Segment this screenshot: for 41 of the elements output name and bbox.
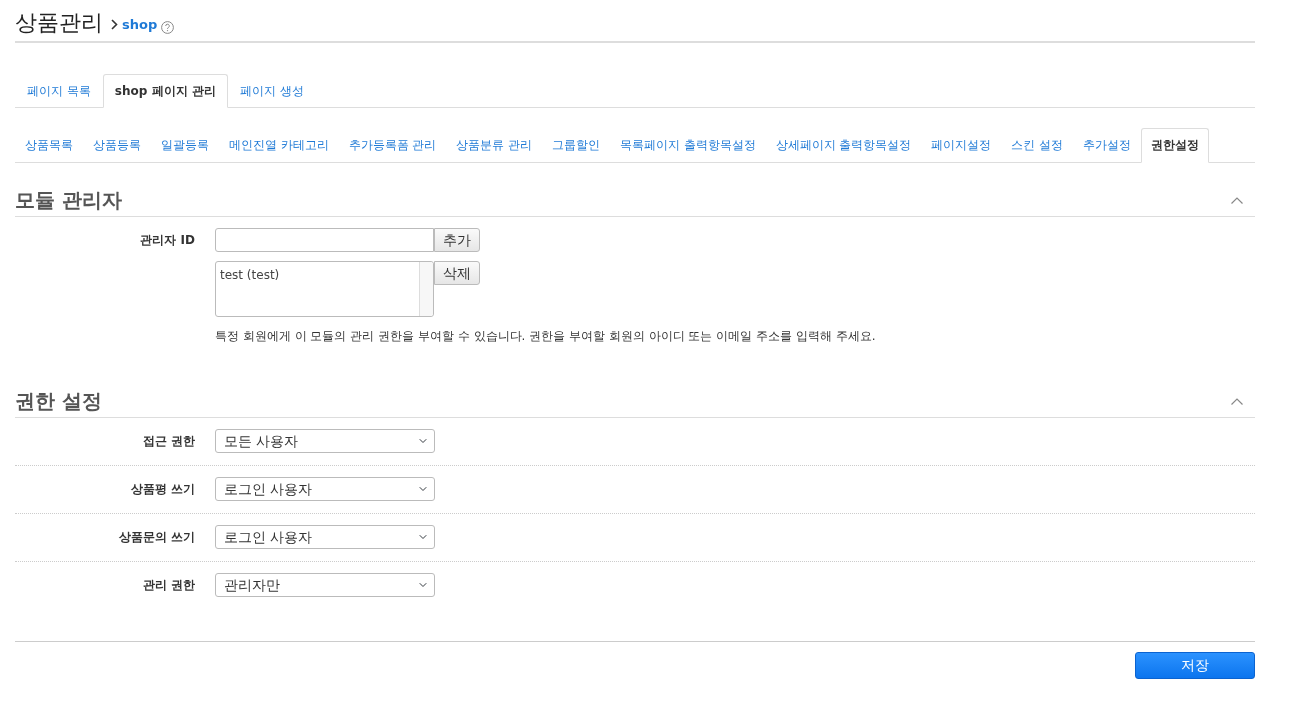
delete-button[interactable]: 삭제 [434, 261, 480, 285]
tab[interactable]: 목록페이지 출력항목설정 [609, 128, 766, 163]
chevron-up-icon[interactable] [1231, 397, 1243, 405]
tab[interactable]: 페이지설정 [921, 128, 1002, 163]
field-label: 상품평 쓰기 [129, 481, 195, 498]
tab[interactable]: 일괄등록 [151, 128, 219, 163]
tab[interactable]: 상품등록 [83, 128, 151, 163]
field-label: 관리 권한 [141, 577, 195, 594]
tab[interactable]: 상품목록 [15, 128, 83, 163]
scrollbar-track[interactable] [419, 262, 433, 316]
permission-dropdown[interactable]: 관리자만 [215, 573, 435, 597]
chevron-up-icon[interactable] [1231, 196, 1243, 204]
tab[interactable]: 추가등록폼 관리 [338, 128, 447, 163]
permission-dropdown[interactable]: 모든 사용자 [215, 429, 435, 453]
tab[interactable]: 페이지 생성 [227, 74, 316, 108]
tab[interactable]: 상품분류 관리 [446, 128, 542, 163]
tab[interactable]: 그룹할인 [541, 128, 610, 163]
breadcrumb-link[interactable]: shop [122, 14, 158, 34]
field-label: 접근 권한 [141, 433, 195, 450]
tab[interactable]: 페이지 목록 [15, 74, 103, 108]
chevron-right-icon [111, 19, 118, 30]
help-icon[interactable] [161, 21, 175, 34]
tab[interactable]: 권한설정 [1140, 128, 1209, 163]
tab[interactable]: 메인진열 카테고리 [219, 128, 339, 163]
tab[interactable]: 상세페이지 출력항목설정 [765, 128, 922, 163]
permission-dropdown[interactable]: 로그인 사용자 [215, 477, 435, 501]
help-text: 특정 회원에게 이 모듈의 관리 권한을 부여할 수 있습니다. 권한을 부여할 회원의 아이디 또는 이메일 주소를 입력해 주세요. [215, 328, 877, 345]
list-item[interactable]: test (test) [216, 266, 419, 284]
section-title: 권한 설정 [15, 388, 102, 415]
admin-list[interactable]: test (test) [215, 261, 434, 317]
page-title: 상품관리 [15, 9, 103, 37]
permission-dropdown[interactable]: 로그인 사용자 [215, 525, 435, 549]
add-button[interactable]: 추가 [434, 228, 480, 252]
admin-id-field[interactable] [215, 228, 434, 252]
tab[interactable]: 스킨 설정 [1001, 128, 1073, 163]
section-title: 모듈 관리자 [15, 187, 122, 214]
tab[interactable]: shop 페이지 관리 [102, 74, 228, 108]
field-label: 상품문의 쓰기 [117, 529, 195, 546]
tab[interactable]: 추가설정 [1072, 128, 1141, 163]
save-button[interactable]: 저장 [1135, 652, 1255, 679]
field-label: 관리자 ID [139, 232, 195, 249]
